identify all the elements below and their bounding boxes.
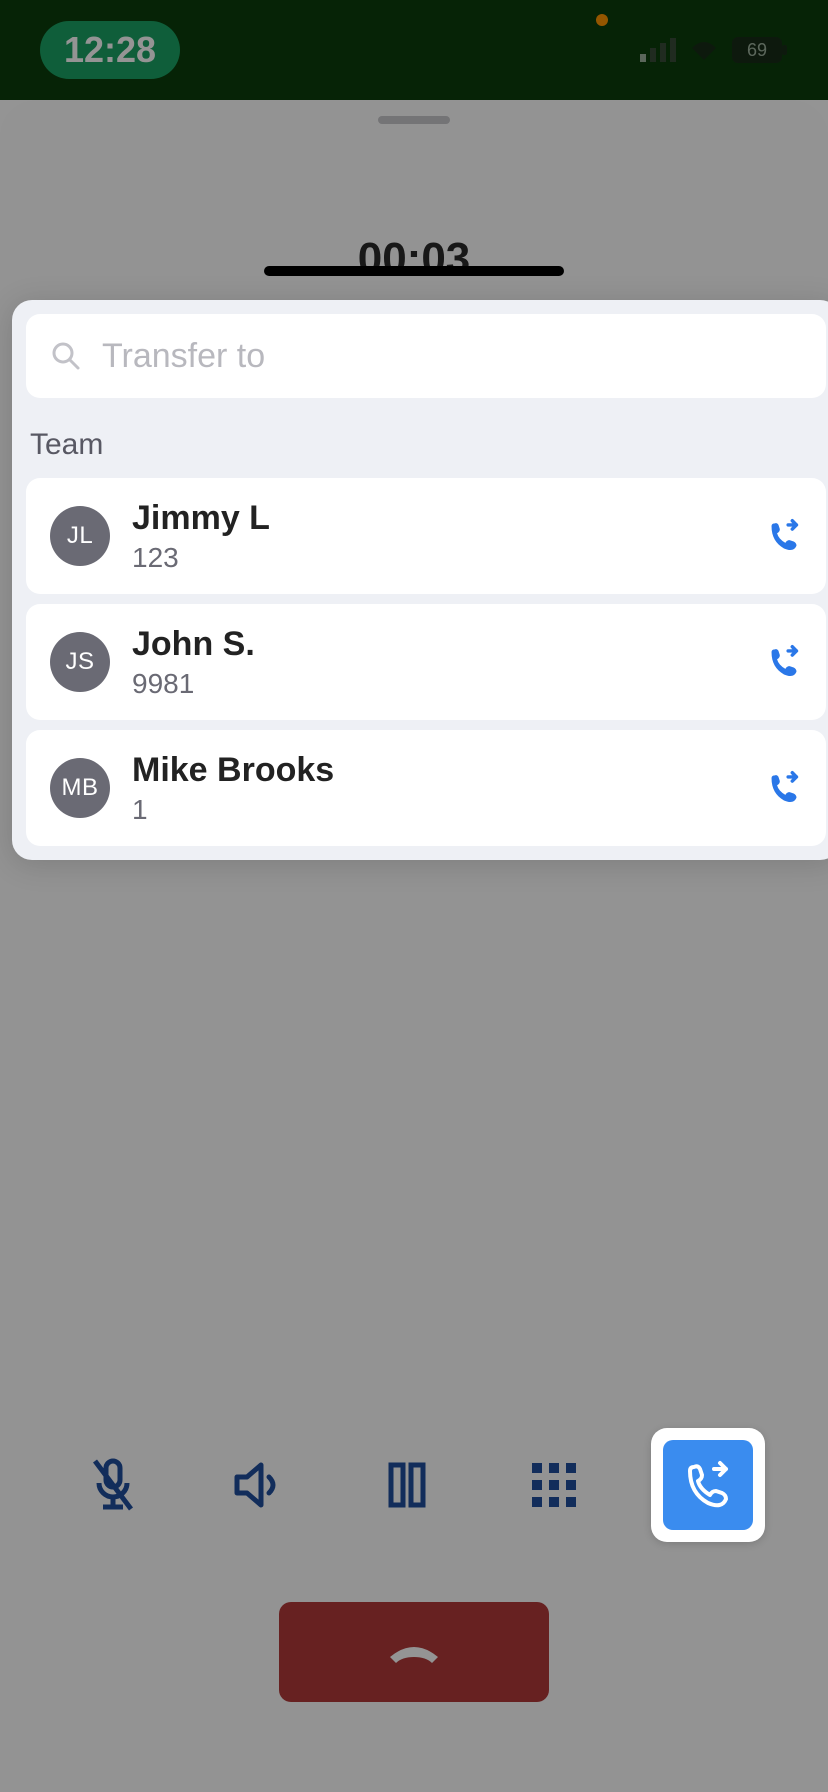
speaker-button[interactable] bbox=[210, 1435, 310, 1535]
transfer-search[interactable] bbox=[26, 314, 826, 398]
avatar: JL bbox=[50, 506, 110, 566]
contact-extension: 9981 bbox=[132, 668, 744, 700]
phone-transfer-icon bbox=[766, 644, 802, 680]
speaker-icon bbox=[233, 1461, 287, 1509]
phone-transfer-icon bbox=[682, 1459, 734, 1511]
avatar: JS bbox=[50, 632, 110, 692]
contact-row[interactable]: JS John S. 9981 bbox=[26, 604, 826, 720]
pause-icon bbox=[387, 1461, 427, 1509]
cellular-icon bbox=[640, 38, 676, 62]
call-timer: 00:03 bbox=[0, 234, 828, 284]
hangup-button[interactable] bbox=[279, 1602, 549, 1702]
status-time: 12:28 bbox=[40, 21, 180, 79]
phone-transfer-icon bbox=[766, 770, 802, 806]
transfer-button-active[interactable] bbox=[651, 1428, 765, 1542]
call-actions bbox=[0, 1428, 828, 1542]
search-icon bbox=[50, 340, 82, 372]
contact-list: JL Jimmy L 123 JS John S. 9981 bbox=[26, 478, 826, 846]
sheet-grabber[interactable] bbox=[378, 116, 450, 124]
hold-button[interactable] bbox=[357, 1435, 457, 1535]
keypad-icon bbox=[530, 1461, 578, 1509]
contact-row[interactable]: MB Mike Brooks 1 bbox=[26, 730, 826, 846]
contact-extension: 1 bbox=[132, 794, 744, 826]
transfer-to-contact-button[interactable] bbox=[766, 644, 802, 680]
avatar: MB bbox=[50, 758, 110, 818]
contact-extension: 123 bbox=[132, 542, 744, 574]
phone-transfer-icon bbox=[766, 518, 802, 554]
wifi-icon bbox=[688, 38, 720, 62]
svg-text:69: 69 bbox=[747, 40, 767, 60]
contact-name: Mike Brooks bbox=[132, 751, 744, 790]
contact-row[interactable]: JL Jimmy L 123 bbox=[26, 478, 826, 594]
contact-name: Jimmy L bbox=[132, 499, 744, 538]
transfer-modal: Team JL Jimmy L 123 JS John S. bbox=[12, 300, 828, 860]
battery-icon: 69 bbox=[732, 37, 788, 63]
status-bar: 12:28 69 bbox=[0, 0, 828, 100]
home-indicator[interactable] bbox=[264, 266, 564, 276]
recording-indicator-dot bbox=[596, 14, 608, 26]
transfer-to-contact-button[interactable] bbox=[766, 518, 802, 554]
section-label-team: Team bbox=[30, 428, 822, 462]
keypad-button[interactable] bbox=[504, 1435, 604, 1535]
transfer-to-contact-button[interactable] bbox=[766, 770, 802, 806]
contact-name: John S. bbox=[132, 625, 744, 664]
hangup-icon bbox=[386, 1637, 442, 1667]
transfer-search-input[interactable] bbox=[102, 337, 802, 376]
mute-button[interactable] bbox=[63, 1435, 163, 1535]
mic-off-icon bbox=[89, 1457, 137, 1513]
